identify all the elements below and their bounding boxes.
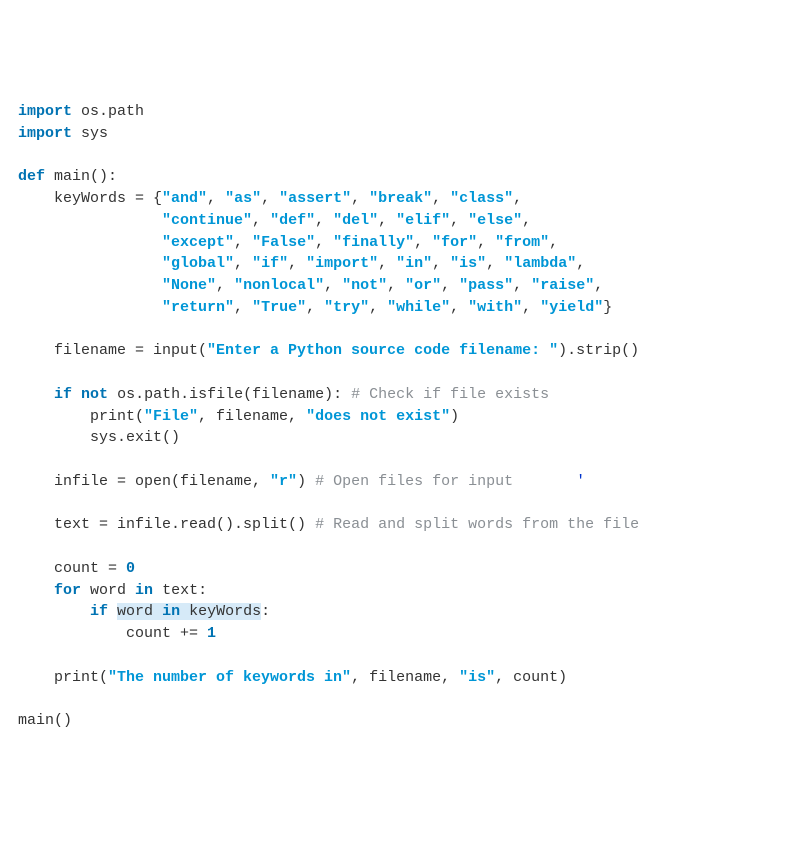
code-line: sys.exit() xyxy=(18,429,180,446)
comment: # Read and split words from the file xyxy=(315,516,639,533)
cursor-mark: ' xyxy=(576,473,585,490)
code-text: os.path xyxy=(72,103,144,120)
code-line: filename = input("Enter a Python source … xyxy=(18,342,639,359)
code-line: for word in text: xyxy=(18,582,207,599)
code-text: main(): xyxy=(45,168,117,185)
string: "try" xyxy=(324,299,369,316)
code-line: print("The number of keywords in", filen… xyxy=(18,669,567,686)
code-text: sys xyxy=(72,125,108,142)
comment: # Open files for input xyxy=(315,473,513,490)
string: "finally" xyxy=(333,234,414,251)
string: "elif" xyxy=(396,212,450,229)
keyword: def xyxy=(18,168,45,185)
code-line: import sys xyxy=(18,125,108,142)
string: "del" xyxy=(333,212,378,229)
keyword: import xyxy=(18,125,72,142)
string: "Enter a Python source code filename: " xyxy=(207,342,558,359)
keyword: if xyxy=(54,386,72,403)
string: "nonlocal" xyxy=(234,277,324,294)
string: "not" xyxy=(342,277,387,294)
keyword: in xyxy=(135,582,153,599)
code-line: print("File", filename, "does not exist"… xyxy=(18,408,459,425)
string: "raise" xyxy=(531,277,594,294)
string: "The number of keywords in" xyxy=(108,669,351,686)
keyword: for xyxy=(54,582,81,599)
string: "r" xyxy=(270,473,297,490)
keyword: import xyxy=(18,103,72,120)
string: "break" xyxy=(369,190,432,207)
string: "is" xyxy=(459,669,495,686)
code-line: keyWords = {"and", "as", "assert", "brea… xyxy=(18,190,522,207)
string: "is" xyxy=(450,255,486,272)
code-line: if not os.path.isfile(filename): # Check… xyxy=(18,386,549,403)
string: "in" xyxy=(396,255,432,272)
string: "as" xyxy=(225,190,261,207)
comment: # Check if file exists xyxy=(351,386,549,403)
code-line: "continue", "def", "del", "elif", "else"… xyxy=(18,212,531,229)
string: "else" xyxy=(468,212,522,229)
code-line: infile = open(filename, "r") # Open file… xyxy=(18,473,585,490)
selection: keyWords xyxy=(180,603,261,620)
selection: word xyxy=(117,603,162,620)
code-line: def main(): xyxy=(18,168,117,185)
keyword: if xyxy=(90,603,108,620)
string: "global" xyxy=(162,255,234,272)
code-line: count += 1 xyxy=(18,625,216,642)
string: "lambda" xyxy=(504,255,576,272)
code-line: "except", "False", "finally", "for", "fr… xyxy=(18,234,558,251)
code-line: "None", "nonlocal", "not", "or", "pass",… xyxy=(18,277,603,294)
string: "yield" xyxy=(540,299,603,316)
string: "if" xyxy=(252,255,288,272)
string: "from" xyxy=(495,234,549,251)
string: "with" xyxy=(468,299,522,316)
string: "class" xyxy=(450,190,513,207)
string: "continue" xyxy=(162,212,252,229)
string: "File" xyxy=(144,408,198,425)
string: "assert" xyxy=(279,190,351,207)
code-line: main() xyxy=(18,712,72,729)
keyword: not xyxy=(81,386,108,403)
string: "False" xyxy=(252,234,315,251)
string: "None" xyxy=(162,277,216,294)
string: "except" xyxy=(162,234,234,251)
code-text: keyWords = { xyxy=(18,190,162,207)
code-line: if word in keyWords: xyxy=(18,603,270,620)
code-line: import os.path xyxy=(18,103,144,120)
code-line: count = 0 xyxy=(18,560,135,577)
string: "while" xyxy=(387,299,450,316)
number: 0 xyxy=(126,560,135,577)
string: "def" xyxy=(270,212,315,229)
code-line: text = infile.read().split() # Read and … xyxy=(18,516,639,533)
code-line: "return", "True", "try", "while", "with"… xyxy=(18,299,612,316)
string: "does not exist" xyxy=(306,408,450,425)
string: "return" xyxy=(162,299,234,316)
string: "True" xyxy=(252,299,306,316)
string: "for" xyxy=(432,234,477,251)
code-block: import os.path import sys def main(): ke… xyxy=(18,101,778,732)
string: "and" xyxy=(162,190,207,207)
number: 1 xyxy=(207,625,216,642)
string: "import" xyxy=(306,255,378,272)
keyword: in xyxy=(162,603,180,620)
code-line: "global", "if", "import", "in", "is", "l… xyxy=(18,255,585,272)
string: "pass" xyxy=(459,277,513,294)
string: "or" xyxy=(405,277,441,294)
